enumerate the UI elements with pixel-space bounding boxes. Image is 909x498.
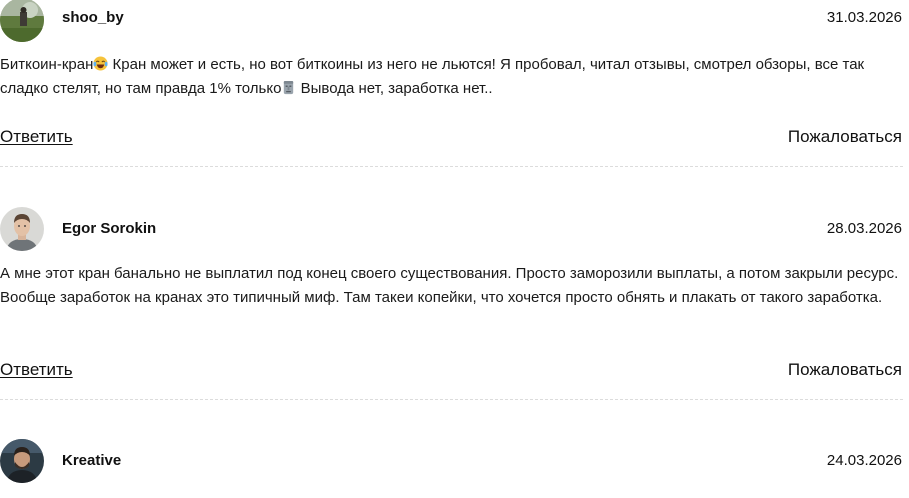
comment-author: Kreative <box>62 452 122 469</box>
comment-header: Egor Sorokin 28.03.2026 <box>0 207 903 251</box>
reply-button[interactable]: Ответить <box>0 359 73 381</box>
report-button[interactable]: Пожаловаться <box>788 359 902 381</box>
avatar[interactable] <box>0 439 44 483</box>
laughing-crying-emoji-icon <box>93 55 108 71</box>
comment-author: shoo_by <box>62 9 124 26</box>
avatar[interactable] <box>0 207 44 251</box>
comment-header: shoo_by 31.03.2026 <box>0 0 903 42</box>
comment-text: Биткоин-кран Кран может и есть, но вот б… <box>0 53 903 100</box>
comment-actions: Ответить Пожаловаться <box>0 126 903 148</box>
avatar[interactable] <box>0 0 44 42</box>
comment-date: 28.03.2026 <box>826 220 902 237</box>
comment-header: Kreative 24.03.2026 <box>0 439 903 483</box>
comment-author: Egor Sorokin <box>62 220 157 237</box>
comment-date: 31.03.2026 <box>826 9 902 26</box>
comment-divider <box>0 399 903 400</box>
comment-text-part: Вывода нет, заработка нет.. <box>296 79 493 97</box>
comment-text: А мне этот кран банально не выплатил под… <box>0 265 899 306</box>
reply-button[interactable]: Ответить <box>0 126 73 148</box>
moai-emoji-icon <box>281 79 296 94</box>
comment-text-part: Биткоин-кран <box>0 56 94 73</box>
report-button[interactable]: Пожаловаться <box>788 126 902 148</box>
comment-date: 24.03.2026 <box>826 452 902 469</box>
comment-actions: Ответить Пожаловаться <box>0 359 903 381</box>
comment-divider <box>0 166 903 167</box>
